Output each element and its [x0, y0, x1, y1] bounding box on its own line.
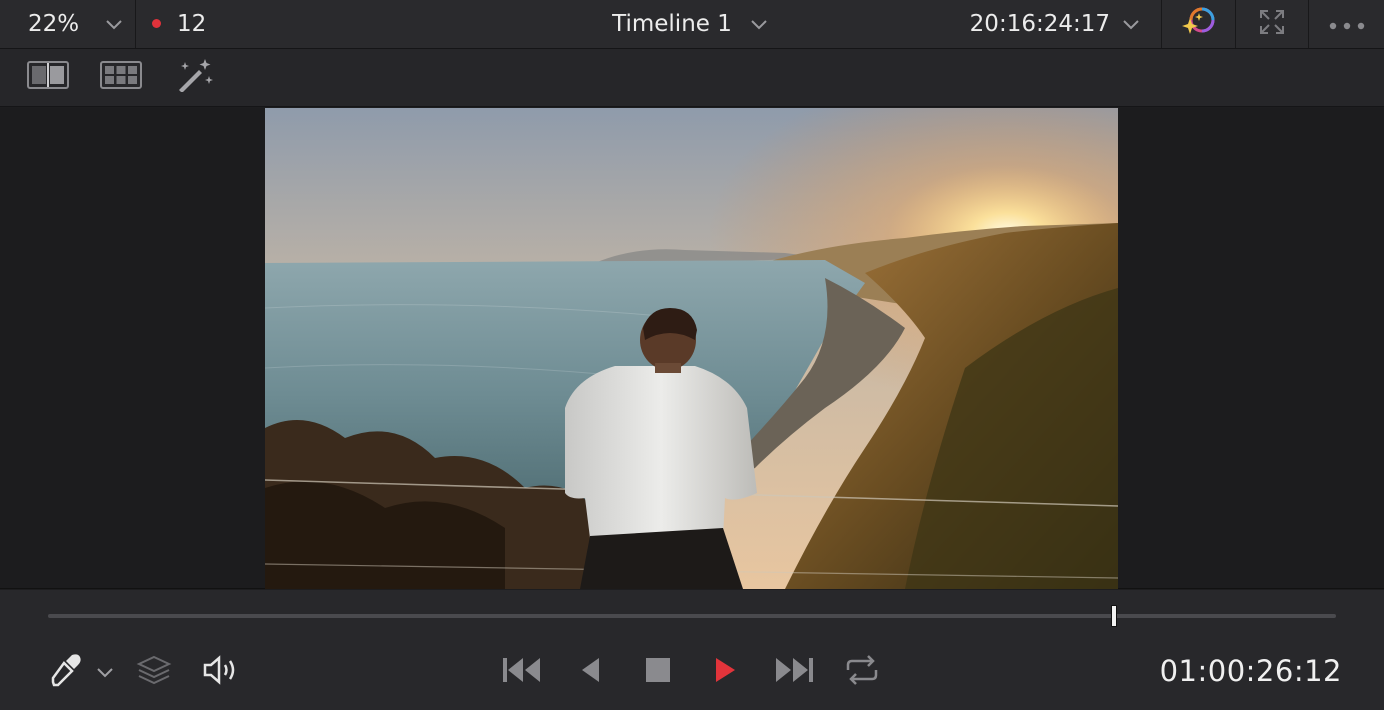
clip-count: 12 [152, 0, 272, 48]
layers-icon [136, 654, 172, 690]
expand-arrows-icon [1259, 9, 1285, 39]
zoom-dropdown[interactable]: 22% [0, 0, 135, 48]
audio-button[interactable] [200, 652, 240, 692]
eyedropper-button[interactable] [46, 652, 86, 692]
split-view-button[interactable] [25, 60, 71, 94]
viewer-toolbar [0, 49, 1384, 107]
skip-to-end-icon [773, 656, 815, 688]
layers-button[interactable] [134, 652, 174, 692]
jump-to-end-button[interactable] [772, 652, 816, 692]
stop-button[interactable] [640, 652, 676, 692]
eyedropper-icon [50, 653, 82, 691]
eyedropper-dropdown[interactable] [94, 652, 116, 692]
record-dot-icon [152, 18, 161, 28]
skip-to-start-icon [501, 656, 543, 688]
sparkle-color-wheel-icon [1179, 4, 1219, 44]
record-timecode: 01:00:26:12 [1159, 654, 1342, 688]
video-frame [265, 108, 1118, 589]
chevron-down-icon [105, 18, 123, 30]
speaker-icon [201, 654, 239, 690]
chevron-down-icon [96, 666, 114, 678]
chevron-down-icon [750, 18, 768, 30]
grid-view-button[interactable] [98, 60, 144, 94]
scrubber-playhead[interactable] [1111, 605, 1118, 627]
magic-wand-button[interactable] [173, 58, 219, 96]
loop-icon [844, 654, 880, 690]
play-icon [713, 656, 737, 688]
more-options-button[interactable] [1309, 0, 1384, 48]
grid-layout-icon [100, 61, 142, 93]
clip-count-value: 12 [177, 11, 207, 37]
scrubber-track[interactable] [48, 605, 1336, 627]
magic-wand-icon [175, 58, 217, 96]
zoom-value: 22% [28, 11, 80, 37]
play-reverse-button[interactable] [574, 652, 606, 692]
loop-button[interactable] [842, 652, 882, 692]
viewer-canvas[interactable] [0, 108, 1384, 589]
source-timecode: 20:16:24:17 [969, 11, 1110, 37]
timecode-dropdown[interactable]: 20:16:24:17 [940, 0, 1150, 48]
ellipsis-icon [1328, 15, 1366, 34]
color-effects-button[interactable] [1162, 0, 1235, 48]
fullscreen-button[interactable] [1236, 0, 1308, 48]
stop-icon [645, 657, 671, 687]
timeline-selector[interactable]: Timeline 1 [560, 0, 820, 48]
play-button[interactable] [708, 652, 742, 692]
split-screen-icon [27, 61, 69, 93]
transport-controls: 01:00:26:12 [0, 590, 1384, 710]
timeline-name: Timeline 1 [612, 11, 732, 37]
viewer-header: 22% 12 Timeline 1 20:16:24:17 [0, 0, 1384, 49]
chevron-down-icon [1122, 18, 1140, 30]
play-reverse-icon [579, 656, 601, 688]
jump-to-start-button[interactable] [500, 652, 544, 692]
